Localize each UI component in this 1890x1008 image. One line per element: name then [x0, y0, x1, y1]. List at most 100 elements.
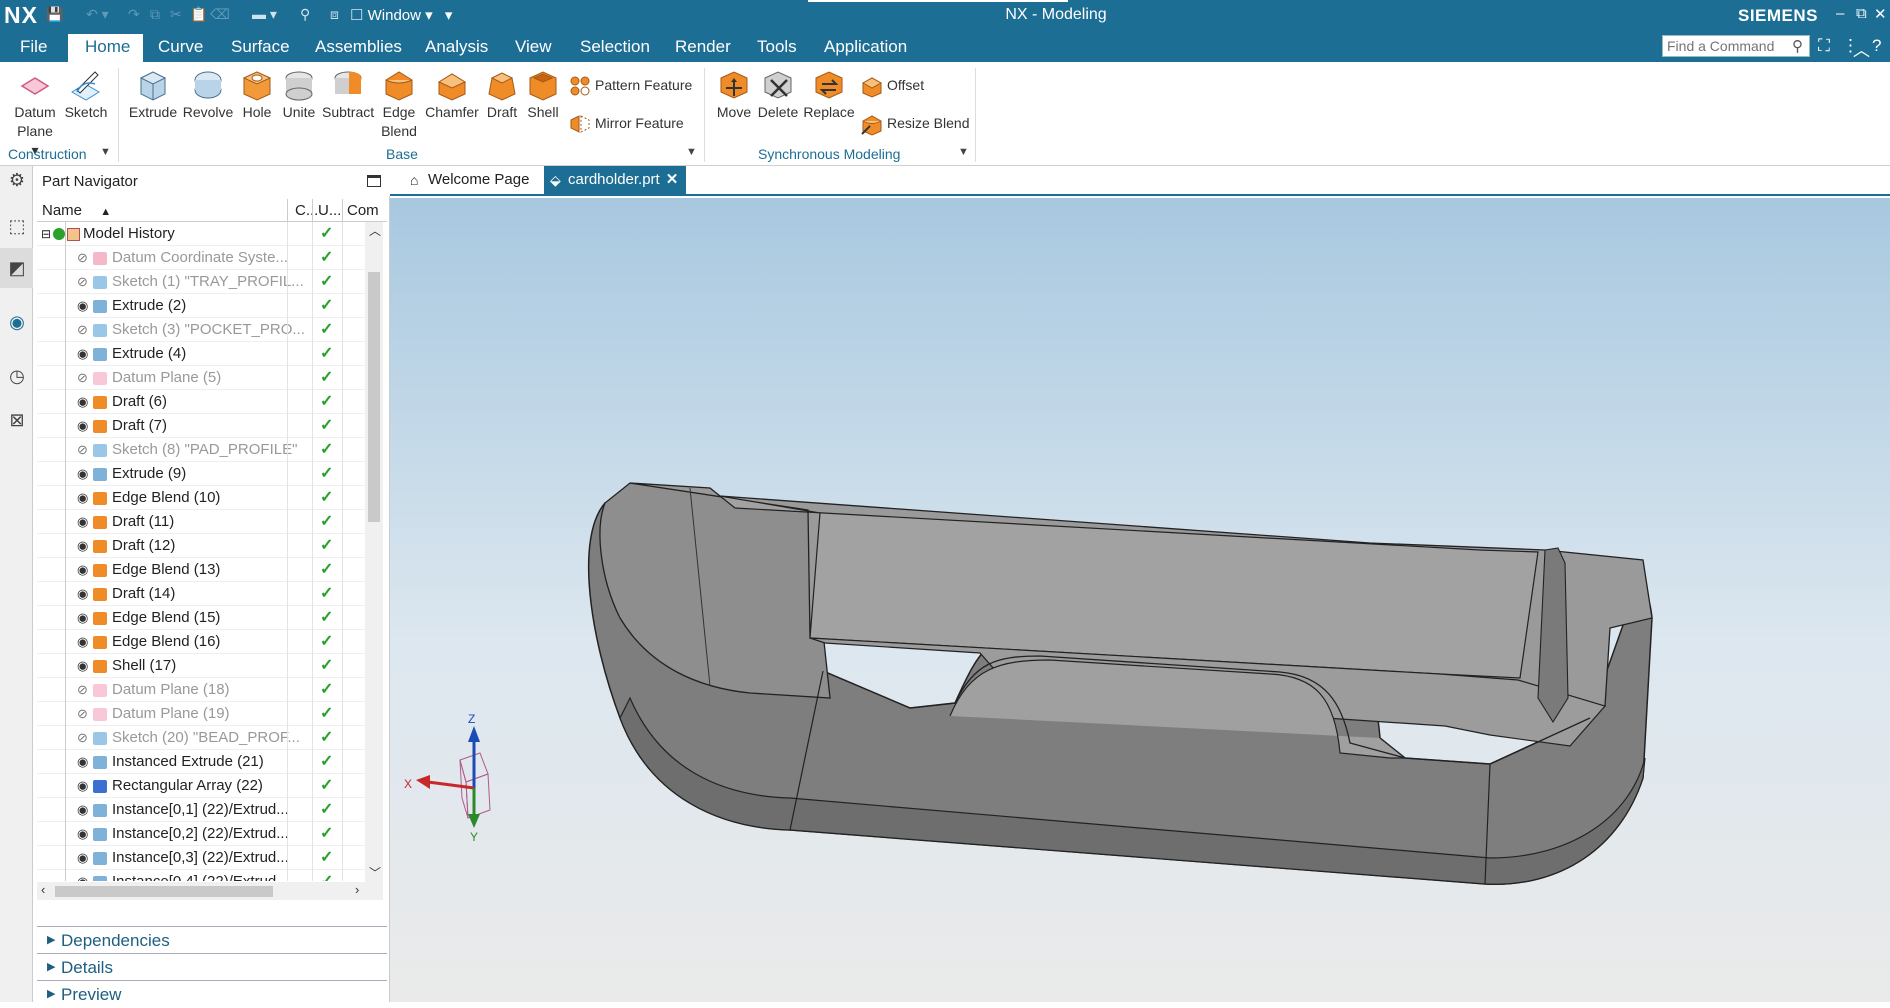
window-menu[interactable]: ☐ Window ▾ ▾: [350, 6, 452, 24]
visible-eye-icon[interactable]: ◉: [77, 342, 88, 366]
tree-row[interactable]: ⊟ Model History ✓: [37, 222, 367, 246]
visible-eye-icon[interactable]: ◉: [77, 774, 88, 798]
cardholder-model[interactable]: [587, 482, 1653, 885]
tree-row[interactable]: ◉ Instanced Extrude (21) ✓: [37, 750, 367, 774]
visible-eye-icon[interactable]: ◉: [77, 534, 88, 558]
tree-row[interactable]: ⊘ Sketch (8) "PAD_PROFILE" ✓: [37, 438, 367, 462]
shell-button[interactable]: Shell: [524, 66, 562, 122]
tree-row[interactable]: ◉ Draft (14) ✓: [37, 582, 367, 606]
extrude-button[interactable]: Extrude: [128, 66, 178, 122]
column-current[interactable]: C...: [295, 202, 318, 219]
scroll-down-icon[interactable]: ﹀: [369, 864, 381, 881]
tab-home[interactable]: Home: [85, 37, 130, 57]
search-icon[interactable]: ⚲: [1792, 37, 1803, 55]
scroll-left-icon[interactable]: ‹: [41, 882, 45, 897]
tree-row[interactable]: ◉ Draft (11) ✓: [37, 510, 367, 534]
visible-eye-icon[interactable]: ◉: [77, 654, 88, 678]
visible-eye-icon[interactable]: ◉: [77, 870, 88, 881]
chamfer-button[interactable]: Chamfer: [424, 66, 480, 122]
visible-eye-icon[interactable]: ◉: [77, 414, 88, 438]
tree-row[interactable]: ◉ Extrude (2) ✓: [37, 294, 367, 318]
visible-eye-icon[interactable]: ◉: [77, 630, 88, 654]
paste-icon[interactable]: 📋: [190, 6, 207, 23]
sync-dropdown-icon[interactable]: ▼: [958, 146, 969, 158]
hidden-eye-icon[interactable]: ⊘: [77, 270, 88, 294]
find-command-input[interactable]: [1662, 35, 1810, 57]
restore-button[interactable]: ⧉: [1856, 5, 1867, 22]
visible-eye-icon[interactable]: ◉: [77, 822, 88, 846]
tab-render[interactable]: Render: [675, 37, 731, 57]
tab-analysis[interactable]: Analysis: [425, 37, 488, 57]
tree-row[interactable]: ◉ Instance[0,3] (22)/Extrud... ✓: [37, 846, 367, 870]
reuse-library-icon[interactable]: ⊠: [6, 410, 28, 432]
window-layout-icon[interactable]: ⧈: [330, 6, 339, 23]
delete-icon[interactable]: ⌫: [210, 6, 230, 23]
preview-panel[interactable]: ▶ Preview: [37, 980, 387, 1007]
draft-button[interactable]: Draft: [482, 66, 522, 122]
sketch-button[interactable]: Sketch: [63, 66, 109, 122]
visible-eye-icon[interactable]: ◉: [77, 750, 88, 774]
resize-blend-button[interactable]: Resize Blend: [860, 110, 970, 136]
tab-welcome-page[interactable]: ⌂ Welcome Page: [404, 166, 537, 194]
tree-row[interactable]: ⊘ Sketch (1) "TRAY_PROFIL... ✓: [37, 270, 367, 294]
tab-view[interactable]: View: [515, 37, 552, 57]
scroll-up-icon[interactable]: ︿: [369, 222, 381, 239]
tab-assemblies[interactable]: Assemblies: [315, 37, 402, 57]
unite-button[interactable]: Unite: [280, 66, 318, 122]
tree-row[interactable]: ⊘ Datum Coordinate Syste... ✓: [37, 246, 367, 270]
scroll-right-icon[interactable]: ›: [355, 882, 359, 897]
tab-application[interactable]: Application: [824, 37, 907, 57]
tree-row[interactable]: ◉ Edge Blend (15) ✓: [37, 606, 367, 630]
subtract-button[interactable]: Subtract: [322, 66, 374, 122]
tree-row[interactable]: ◉ Edge Blend (16) ✓: [37, 630, 367, 654]
hole-button[interactable]: Hole: [238, 66, 276, 122]
tab-cardholder-prt[interactable]: ⬙ cardholder.prt ✕: [544, 166, 687, 194]
model-viewport[interactable]: Z X Y: [390, 198, 1890, 1002]
minimize-button[interactable]: –: [1836, 5, 1844, 22]
tree-row[interactable]: ⊘ Datum Plane (18) ✓: [37, 678, 367, 702]
tree-row[interactable]: ◉ Extrude (9) ✓: [37, 462, 367, 486]
settings-gear-icon[interactable]: ⚙: [6, 170, 28, 192]
offset-region-button[interactable]: Offset: [860, 72, 924, 98]
collapse-ribbon-icon[interactable]: ︿: [1853, 36, 1870, 61]
column-name[interactable]: Name ▲: [42, 202, 111, 219]
tab-tools[interactable]: Tools: [757, 37, 797, 57]
hidden-eye-icon[interactable]: ⊘: [77, 678, 88, 702]
tree-row[interactable]: ◉ Extrude (4) ✓: [37, 342, 367, 366]
cut-icon[interactable]: ✂: [170, 6, 182, 23]
tab-surface[interactable]: Surface: [231, 37, 290, 57]
collapse-tree-icon[interactable]: ⊟: [41, 222, 51, 246]
revolve-button[interactable]: Revolve: [182, 66, 234, 122]
assembly-navigator-icon[interactable]: ⬚: [6, 216, 28, 238]
tab-selection[interactable]: Selection: [580, 37, 650, 57]
details-panel[interactable]: ▶ Details: [37, 953, 387, 980]
scroll-thumb[interactable]: [55, 886, 273, 897]
hidden-eye-icon[interactable]: ⊘: [77, 246, 88, 270]
tree-row[interactable]: ◉ Edge Blend (10) ✓: [37, 486, 367, 510]
visible-eye-icon[interactable]: ◉: [77, 390, 88, 414]
web-browser-icon[interactable]: ◉: [6, 312, 28, 334]
touch-mode-icon[interactable]: ⚲: [300, 6, 310, 23]
tree-row[interactable]: ◉ Instance[0,1] (22)/Extrud... ✓: [37, 798, 367, 822]
column-comment[interactable]: Com: [347, 202, 379, 219]
tree-row[interactable]: ◉ Draft (6) ✓: [37, 390, 367, 414]
hidden-eye-icon[interactable]: ⊘: [77, 726, 88, 750]
column-uptodate[interactable]: U...: [318, 202, 341, 219]
fullscreen-icon[interactable]: ⛶: [1818, 36, 1830, 56]
visible-eye-icon[interactable]: ◉: [77, 510, 88, 534]
move-button[interactable]: Move: [712, 66, 756, 122]
undo-icon[interactable]: ↶ ▾: [86, 6, 109, 23]
tree-row[interactable]: ◉ Edge Blend (13) ✓: [37, 558, 367, 582]
tree-row[interactable]: ◉ Instance[0,4] (22)/Extrud... ✓: [37, 870, 367, 881]
tree-row[interactable]: ⊘ Datum Plane (5) ✓: [37, 366, 367, 390]
tree-row[interactable]: ⊘ Datum Plane (19) ✓: [37, 702, 367, 726]
navigator-vertical-scrollbar[interactable]: ︿ ﹀: [365, 222, 383, 882]
tree-row[interactable]: ◉ Rectangular Array (22) ✓: [37, 774, 367, 798]
base-dropdown-icon[interactable]: ▼: [686, 146, 697, 158]
tab-file[interactable]: File: [20, 37, 47, 57]
mirror-feature-button[interactable]: Mirror Feature: [568, 110, 684, 136]
tree-row[interactable]: ◉ Draft (12) ✓: [37, 534, 367, 558]
graphics-window[interactable]: Z X Y: [390, 198, 1890, 1002]
navigator-horizontal-scrollbar[interactable]: ‹ ›: [37, 882, 383, 900]
visible-eye-icon[interactable]: ◉: [77, 462, 88, 486]
